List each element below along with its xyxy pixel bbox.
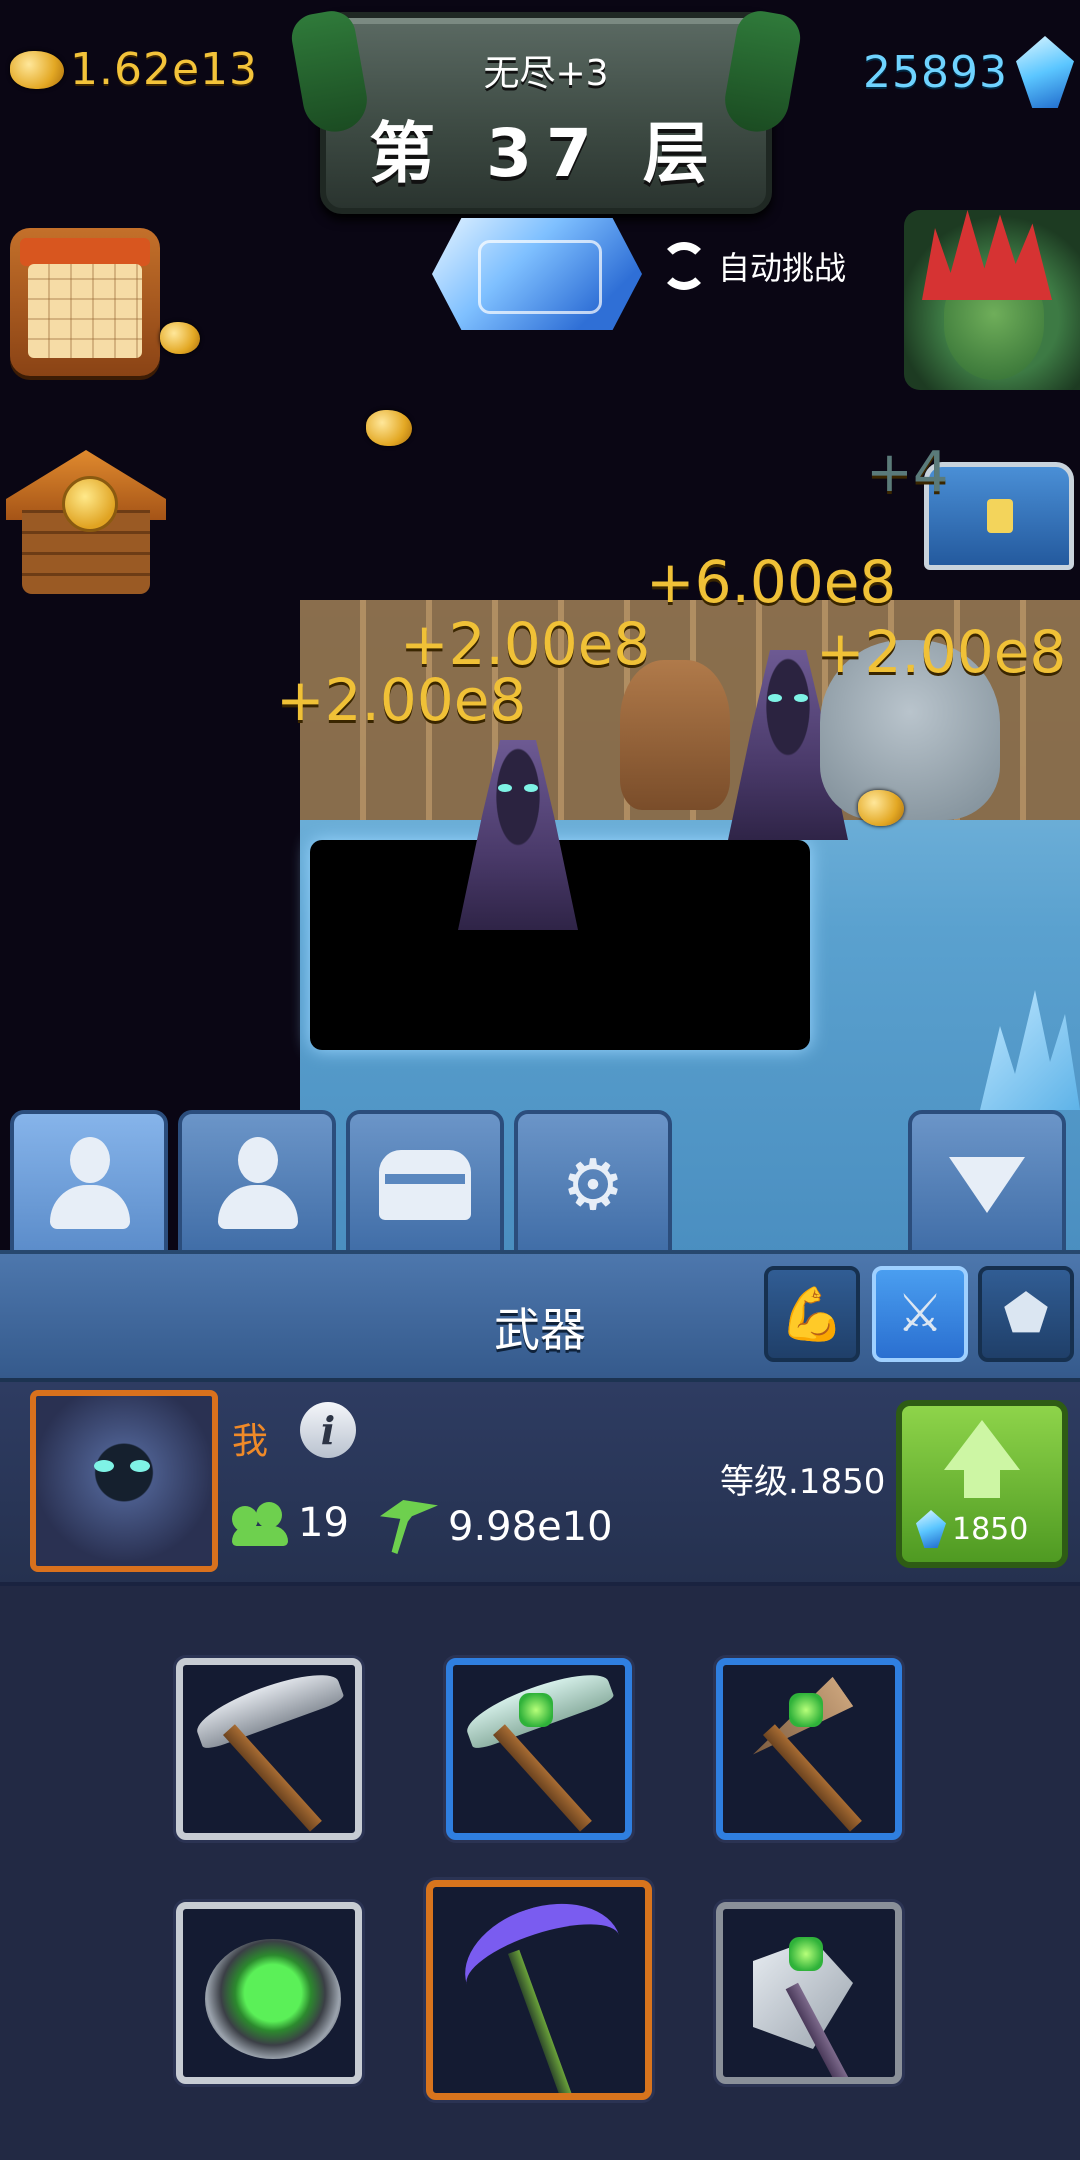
floor-number: 第 37 层 [369, 115, 723, 192]
gold-nugget-icon [366, 410, 412, 446]
green-gem-icon [789, 1937, 823, 1971]
character-name: 我 [232, 1421, 269, 1462]
crystal-challenge-button[interactable] [432, 218, 642, 330]
followers-count: 19 [298, 1500, 349, 1546]
tab-team[interactable] [178, 1110, 336, 1260]
people-icon [232, 1500, 288, 1546]
download-coin-icon [62, 476, 118, 532]
pickaxe-icon [380, 1500, 438, 1554]
loading-ring-icon [660, 242, 708, 290]
weapon-slot-emerald-ring[interactable] [176, 1902, 362, 2084]
sub-tab-ore[interactable]: ⬟ [978, 1266, 1074, 1362]
calendar-binding [20, 238, 150, 266]
mining-power-stat: 9.98e10 [380, 1500, 613, 1554]
weapon-slot-emerald-pickaxe[interactable] [446, 1658, 632, 1840]
gem-counter: 25893 [863, 36, 1074, 108]
void-scythe-icon [450, 1887, 636, 2036]
daily-calendar-button[interactable] [10, 228, 160, 376]
crossed-swords-icon: ⚔ [896, 1284, 944, 1344]
blue-gem-icon [1016, 36, 1074, 108]
calendar-icon [28, 264, 142, 358]
chest-icon [379, 1150, 471, 1220]
gear-icon: ⚙ [561, 1144, 625, 1226]
info-icon: i [320, 1407, 336, 1453]
hero-silhouette-icon [50, 1137, 130, 1233]
weapon-slot-iron-pickaxe[interactable] [176, 1658, 362, 1840]
weapon-slot-emerald-drill[interactable] [716, 1658, 902, 1840]
info-button[interactable]: i [300, 1402, 356, 1458]
tab-hero[interactable] [10, 1110, 168, 1260]
emerald-ring-icon [205, 1939, 341, 2059]
drill-handle [763, 1724, 862, 1832]
green-gem-icon [789, 1693, 823, 1727]
collapse-panel-button[interactable] [908, 1110, 1066, 1260]
character-portrait[interactable] [30, 1390, 218, 1572]
damage-popup: +2.00e8 [276, 666, 527, 734]
gold-amount: 1.62e13 [70, 44, 259, 95]
weapon-slot-void-scythe[interactable] [426, 1880, 652, 2100]
mode-label: 无尽+3 [483, 53, 609, 94]
auto-challenge-label: 自动挑战 [718, 249, 847, 287]
troll-hair-icon [922, 210, 1052, 300]
team-silhouette-icon [218, 1137, 298, 1233]
arrow-up-stem [964, 1468, 1000, 1498]
green-gem-icon [519, 1693, 553, 1727]
gold-nugget-icon[interactable] [858, 790, 904, 826]
gold-counter: 1.62e13 [10, 44, 258, 95]
upgrade-cost-value: 1850 [952, 1511, 1029, 1547]
gem-amount: 25893 [863, 46, 1008, 98]
mining-power-value: 9.98e10 [448, 1504, 613, 1550]
sub-tab-weapons[interactable]: ⚔ [872, 1266, 968, 1362]
gold-nugget-icon [10, 50, 64, 89]
tab-chest[interactable] [346, 1110, 504, 1260]
boss-troll-avatar[interactable] [904, 210, 1080, 390]
blue-gem-icon [916, 1510, 946, 1548]
upgrade-button[interactable]: 1850 [896, 1400, 1068, 1568]
floor-sign: 无尽+3 第 37 层 [288, 7, 804, 214]
pickaxe-handle [223, 1724, 322, 1832]
tab-settings[interactable]: ⚙ [514, 1110, 672, 1260]
auto-challenge-toggle[interactable]: 自动挑战 [660, 242, 846, 290]
damage-popup-faint: +4 [866, 440, 949, 505]
dwarf-miner-sprite [620, 660, 730, 810]
iron-pickaxe-icon [190, 1665, 346, 1752]
shop-house-button[interactable] [6, 430, 166, 600]
damage-popup: +6.00e8 [646, 548, 897, 616]
level-label: 等级.1850 [720, 1462, 886, 1502]
muscle-icon: 💪 [779, 1284, 845, 1345]
arrow-up-icon [944, 1420, 1020, 1470]
followers-stat: 19 [232, 1500, 349, 1546]
damage-popup: +2.00e8 [816, 618, 1067, 686]
weapon-slot-emerald-axe[interactable] [716, 1902, 902, 2084]
pickaxe-handle [493, 1724, 592, 1832]
triangle-down-icon [949, 1157, 1025, 1213]
ore-icon: ⬟ [1003, 1284, 1049, 1344]
upgrade-cost: 1850 [916, 1510, 1028, 1548]
gold-nugget-icon [160, 322, 200, 354]
sub-tab-strength[interactable]: 💪 [764, 1266, 860, 1362]
